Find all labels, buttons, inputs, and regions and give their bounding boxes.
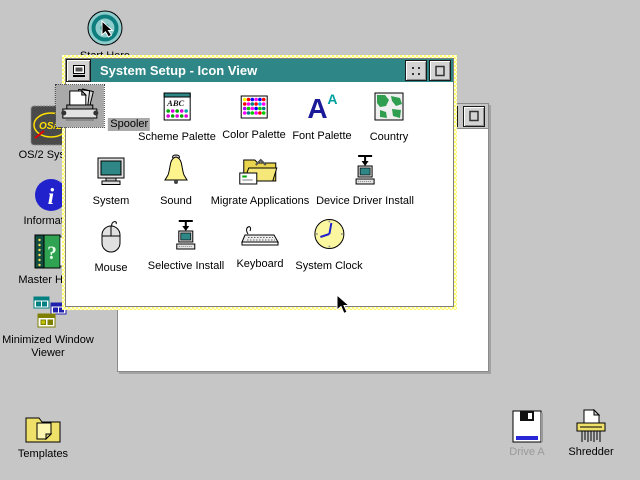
desktop-icon-label: Drive A [494, 446, 560, 459]
setup-icon-label: Migrate Applications [211, 195, 309, 208]
setup-icon-mouse[interactable]: Mouse [93, 216, 129, 275]
icon-view-area: Spooler ABC [66, 82, 453, 306]
desktop-icon-label: Templates [8, 448, 78, 461]
svg-text:A: A [307, 93, 327, 121]
maximize-button[interactable] [429, 60, 451, 81]
desktop-icon-label: Shredder [556, 446, 626, 459]
desktop-icon-templates[interactable]: Templates [8, 412, 78, 461]
mouse-cursor [336, 294, 352, 316]
setup-icon-system-clock[interactable]: System Clock [295, 214, 362, 273]
setup-icon-label: Keyboard [236, 258, 284, 271]
setup-icon-label: System [89, 195, 133, 208]
system-icon [93, 156, 129, 186]
setup-icon-label: Country [368, 131, 410, 144]
window-title: System Setup - Icon View [91, 63, 405, 78]
setup-icon-spooler[interactable]: Spooler [56, 85, 150, 132]
migrate-applications-icon [238, 154, 282, 186]
svg-text:ABC: ABC [166, 98, 184, 108]
hide-icon [409, 65, 423, 77]
setup-icon-selective-install[interactable]: Selective Install [148, 216, 224, 273]
setup-icon-label: Scheme Palette [138, 131, 216, 144]
setup-icon-device-driver-install[interactable]: Device Driver Install [316, 151, 414, 208]
setup-icon-label: Selective Install [148, 260, 224, 273]
desktop-icon-label: Minimized Window Viewer [0, 334, 96, 360]
system-setup-window[interactable]: System Setup - Icon View [62, 55, 457, 310]
setup-icon-label: System Clock [295, 260, 362, 273]
sound-icon [160, 154, 192, 186]
system-menu-icon [71, 64, 87, 78]
setup-icon-migrate-applications[interactable]: Migrate Applications [211, 151, 309, 208]
setup-icon-font-palette[interactable]: A A Font Palette [292, 88, 351, 143]
device-driver-install-icon [348, 154, 382, 186]
start-here-icon [85, 8, 125, 48]
setup-icon-label: Sound [156, 195, 196, 208]
maximize-icon [467, 110, 481, 122]
desktop-icon-shredder[interactable]: Shredder [556, 409, 626, 459]
mouse-icon [97, 219, 125, 253]
svg-text:?: ? [47, 243, 57, 264]
maximize-icon [433, 65, 447, 77]
setup-icon-keyboard[interactable]: Keyboard [236, 218, 284, 271]
setup-icon-country[interactable]: Country [368, 88, 410, 144]
system-clock-icon [312, 217, 346, 251]
setup-icon-system[interactable]: System [89, 153, 133, 208]
setup-icon-label: Device Driver Install [316, 195, 414, 208]
color-palette-icon [239, 94, 269, 120]
system-menu-button[interactable] [66, 59, 91, 82]
templates-icon [22, 412, 64, 446]
desktop-icon-drive-a[interactable]: Drive A [494, 409, 560, 459]
country-icon [372, 91, 406, 122]
titlebar[interactable]: System Setup - Icon View [66, 59, 453, 82]
setup-icon-label: Font Palette [292, 130, 351, 143]
setup-icon-label: Mouse [93, 262, 129, 275]
setup-icon-color-palette[interactable]: Color Palette [222, 91, 286, 142]
drive-a-icon [508, 409, 546, 444]
scheme-palette-icon: ABC [162, 91, 192, 122]
shredder-icon [572, 409, 610, 444]
setup-icon-label: Color Palette [222, 129, 286, 142]
svg-text:A: A [327, 91, 337, 107]
selective-install-icon [169, 219, 203, 251]
keyboard-icon [240, 221, 280, 249]
spooler-icon [60, 88, 100, 124]
setup-icon-sound[interactable]: Sound [156, 151, 196, 208]
svg-text:i: i [48, 184, 55, 209]
hide-button[interactable] [405, 60, 427, 81]
setup-icon-scheme-palette[interactable]: ABC Scheme Palette [138, 88, 216, 144]
font-palette-icon: A A [304, 91, 340, 121]
background-maximize-button[interactable] [463, 106, 485, 127]
